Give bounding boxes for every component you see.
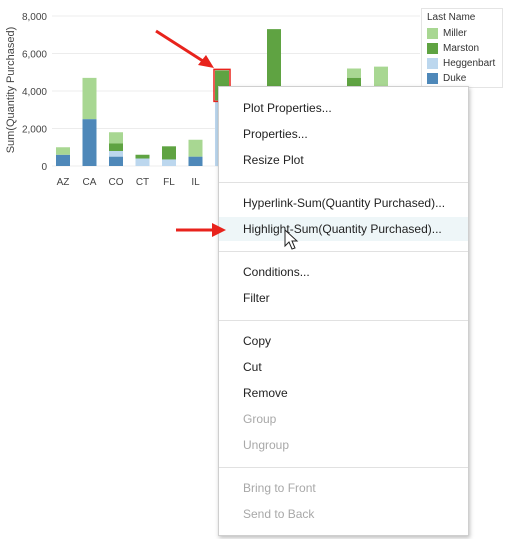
bar-segment-duke[interactable] xyxy=(82,119,97,166)
x-tick-label: IL xyxy=(191,177,200,188)
bar-segment-heggenbart[interactable] xyxy=(135,158,150,167)
arrow-to-menu-item-icon xyxy=(176,223,226,237)
bar-segment-duke[interactable] xyxy=(109,156,123,166)
menu-separator xyxy=(219,320,468,321)
bar-segment-heggenbart[interactable] xyxy=(109,151,123,157)
menu-item-resize-plot[interactable]: Resize Plot xyxy=(219,148,468,172)
bar-segment-miller[interactable] xyxy=(82,77,97,120)
legend-swatch xyxy=(427,27,438,39)
bar-segment-marston[interactable] xyxy=(109,143,123,152)
menu-item-filter[interactable]: Filter xyxy=(219,286,468,310)
bar-segment-miller[interactable] xyxy=(109,132,123,144)
bar-segment-miller[interactable] xyxy=(188,139,203,157)
legend-label: Duke xyxy=(443,72,467,84)
legend-title: Last Name xyxy=(427,12,476,23)
x-tick-labels: AZCACOCTFLILM xyxy=(57,177,227,188)
legend-label: Marston xyxy=(443,42,480,54)
legend-swatch xyxy=(427,42,438,54)
x-tick-label: AZ xyxy=(57,177,70,188)
menu-item-plot-properties[interactable]: Plot Properties... xyxy=(219,96,468,120)
menu-item-cut[interactable]: Cut xyxy=(219,355,468,379)
menu-separator xyxy=(219,467,468,468)
bar-segment-duke[interactable] xyxy=(56,154,70,166)
menu-item-ungroup: Ungroup xyxy=(243,438,290,452)
bar-segment-miller[interactable] xyxy=(347,68,361,78)
y-tick-label: 4,000 xyxy=(22,87,47,98)
chart-legend: Last Name Miller Marston Heggenbart Duke xyxy=(421,8,503,88)
legend-swatch xyxy=(427,57,438,69)
legend-item-marston[interactable]: Marston xyxy=(427,42,479,54)
x-tick-label: FL xyxy=(163,177,175,188)
y-tick-label: 6,000 xyxy=(22,50,47,61)
x-tick-label: CT xyxy=(136,177,149,188)
x-tick-label: CO xyxy=(109,177,124,188)
legend-item-duke[interactable]: Duke xyxy=(427,72,466,84)
menu-item-send-to-back: Send to Back xyxy=(243,507,315,521)
bar-segment-miller[interactable] xyxy=(56,147,70,155)
x-tick-label: CA xyxy=(83,177,97,188)
legend-swatch xyxy=(427,72,438,84)
context-menu: Plot Properties... Properties... Resize Pl… xyxy=(218,86,469,536)
mouse-cursor-icon xyxy=(284,229,299,250)
menu-item-highlight-sum-quantity-purchased[interactable]: Highlight-Sum(Quantity Purchased)... xyxy=(219,217,468,241)
bar-segment-marston[interactable] xyxy=(162,146,176,160)
menu-separator xyxy=(219,182,468,183)
menu-separator xyxy=(219,251,468,252)
y-tick-label: 2,000 xyxy=(22,125,47,136)
menu-item-bring-to-front: Bring to Front xyxy=(243,481,316,495)
menu-item-copy[interactable]: Copy xyxy=(219,329,468,353)
menu-item-group: Group xyxy=(243,412,277,426)
arrow-to-bar-icon xyxy=(155,29,214,68)
legend-label: Miller xyxy=(443,27,467,39)
y-tick-label: 0 xyxy=(41,162,47,173)
y-axis-label: Sum(Quantity Purchased) xyxy=(5,27,17,154)
bar-segment-heggenbart[interactable] xyxy=(162,159,176,166)
legend-label: Heggenbart xyxy=(443,57,496,69)
menu-item-hyperlink-sum-quantity-purchased[interactable]: Hyperlink-Sum(Quantity Purchased)... xyxy=(219,191,468,215)
y-tick-label: 8,000 xyxy=(22,12,47,23)
y-tick-labels: 0 2,000 4,000 6,000 8,000 xyxy=(22,12,47,173)
legend-item-heggenbart[interactable]: Heggenbart xyxy=(427,57,495,69)
menu-item-conditions[interactable]: Conditions... xyxy=(219,260,468,284)
bar-segment-duke[interactable] xyxy=(188,156,203,166)
menu-item-remove[interactable]: Remove xyxy=(219,381,468,405)
menu-item-properties[interactable]: Properties... xyxy=(219,122,468,146)
legend-item-miller[interactable]: Miller xyxy=(427,27,467,39)
bar-segment-marston[interactable] xyxy=(267,29,281,90)
bar-segment-marston[interactable] xyxy=(135,154,150,159)
